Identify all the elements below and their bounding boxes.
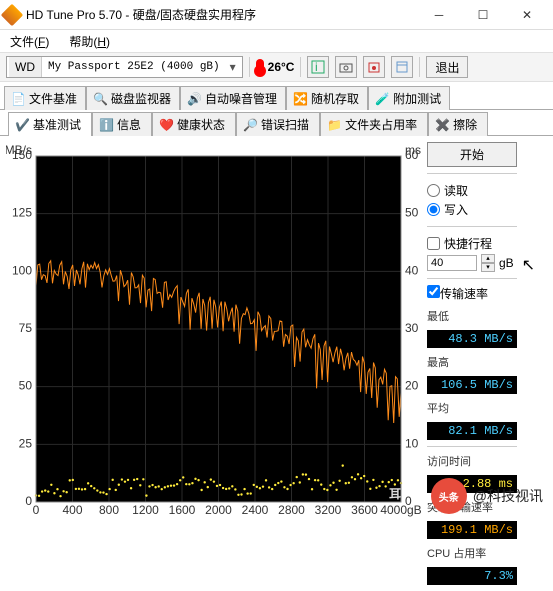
chevron-down-icon[interactable]: ▾: [226, 60, 240, 74]
thermometer-icon: [256, 59, 264, 75]
svg-text:75: 75: [19, 321, 33, 335]
drive-selector[interactable]: WD My Passport 25E2 (4000 gB) ▾: [6, 56, 243, 78]
svg-text:10: 10: [405, 436, 419, 450]
temperature-value: 26°C: [268, 60, 295, 74]
screenshot-button[interactable]: [335, 56, 357, 78]
benchmark-chart: MB/sms1506012550100407530502025100004008…: [6, 142, 421, 522]
app-icon: [1, 3, 24, 26]
tab-info[interactable]: ℹ️信息: [92, 112, 152, 136]
watermark-badge: 头条: [431, 478, 467, 514]
check-short-stroke[interactable]: 快捷行程: [427, 235, 547, 252]
svg-text:3200: 3200: [315, 503, 342, 517]
svg-text:1200: 1200: [132, 503, 159, 517]
menu-file[interactable]: 文件(F): [4, 31, 55, 52]
svg-text:50: 50: [405, 206, 419, 220]
short-stroke-unit: gB: [499, 256, 514, 270]
radio-read[interactable]: 读取: [427, 182, 547, 199]
start-button[interactable]: 开始: [427, 142, 517, 167]
short-stroke-input[interactable]: [427, 255, 477, 271]
side-panel: 开始 读取 写入 快捷行程 ▴▾ gB 传输速率 最低 48.3 MB/s 最高…: [427, 142, 547, 585]
snapshot-button[interactable]: [363, 56, 385, 78]
svg-text:40: 40: [405, 263, 419, 277]
value-burst: 199.1 MB/s: [427, 521, 517, 539]
watermark-text: @科技视讯: [473, 486, 543, 506]
svg-text:800: 800: [99, 503, 119, 517]
minimize-button[interactable]: ─: [417, 1, 461, 29]
tab-aam[interactable]: 🔊自动噪音管理: [180, 86, 286, 110]
drive-model: My Passport 25E2 (4000 gB): [42, 61, 226, 73]
info-icon: ℹ️: [99, 118, 113, 132]
erase-icon: ✖️: [435, 118, 449, 132]
label-min: 最低: [427, 308, 547, 324]
svg-text:4000gB: 4000gB: [380, 503, 421, 517]
tab-health[interactable]: ❤️健康状态: [152, 112, 236, 136]
tab-random-access[interactable]: 🔀随机存取: [286, 86, 368, 110]
label-access: 访问时间: [427, 453, 547, 469]
svg-text:耳: 耳: [389, 487, 401, 501]
doc-icon: 📄: [11, 92, 25, 106]
plus-icon: 🧪: [375, 92, 389, 106]
svg-text:30: 30: [405, 321, 419, 335]
menu-bar: 文件(F) 帮助(H): [0, 30, 553, 52]
check-transfer-rate[interactable]: 传输速率: [427, 285, 547, 302]
value-avg: 82.1 MB/s: [427, 422, 517, 440]
tab-row-2: ✔️基准测试 ℹ️信息 ❤️健康状态 🔎错误扫描 📁文件夹占用率 ✖️擦除: [0, 109, 553, 136]
heart-icon: ❤️: [159, 118, 173, 132]
label-cpu: CPU 占用率: [427, 545, 547, 561]
svg-text:60: 60: [405, 148, 419, 162]
label-avg: 平均: [427, 400, 547, 416]
svg-text:20: 20: [405, 379, 419, 393]
label-max: 最高: [427, 354, 547, 370]
mouse-cursor-icon: ↖: [522, 255, 535, 275]
folder-icon: 📁: [327, 118, 341, 132]
copy-info-button[interactable]: i: [307, 56, 329, 78]
settings-button[interactable]: [391, 56, 413, 78]
mode-radios: 读取 写入: [427, 180, 547, 220]
temperature-readout: 26°C: [256, 59, 295, 75]
spin-down[interactable]: ▾: [481, 263, 495, 272]
tab-extra-tests[interactable]: 🧪附加测试: [368, 86, 450, 110]
menu-help[interactable]: 帮助(H): [63, 31, 116, 52]
spin-up[interactable]: ▴: [481, 254, 495, 263]
svg-text:100: 100: [12, 263, 32, 277]
drive-vendor: WD: [9, 57, 42, 77]
check-icon: ✔️: [15, 118, 29, 132]
svg-text:3600: 3600: [351, 503, 378, 517]
value-max: 106.5 MB/s: [427, 376, 517, 394]
tab-disk-monitor[interactable]: 🔍磁盘监视器: [86, 86, 180, 110]
value-min: 48.3 MB/s: [427, 330, 517, 348]
svg-text:150: 150: [12, 148, 32, 162]
svg-text:2800: 2800: [278, 503, 305, 517]
random-icon: 🔀: [293, 92, 307, 106]
drive-icon: 🔍: [93, 92, 107, 106]
exit-button[interactable]: 退出: [426, 56, 468, 78]
svg-text:400: 400: [62, 503, 82, 517]
sound-icon: 🔊: [187, 92, 201, 106]
svg-text:1600: 1600: [169, 503, 196, 517]
svg-text:i: i: [315, 60, 318, 74]
main-panel: MB/sms1506012550100407530502025100004008…: [0, 135, 553, 591]
svg-text:125: 125: [12, 206, 32, 220]
tab-error-scan[interactable]: 🔎错误扫描: [236, 112, 320, 136]
tab-folder-usage[interactable]: 📁文件夹占用率: [320, 112, 428, 136]
tab-benchmark[interactable]: ✔️基准测试: [8, 112, 92, 136]
tab-erase[interactable]: ✖️擦除: [428, 112, 488, 136]
svg-text:0: 0: [25, 494, 32, 508]
svg-text:50: 50: [19, 379, 33, 393]
toolbar: WD My Passport 25E2 (4000 gB) ▾ 26°C i 退…: [0, 52, 553, 82]
maximize-button[interactable]: ☐: [461, 1, 505, 29]
title-bar: HD Tune Pro 5.70 - 硬盘/固态硬盘实用程序 ─ ☐ ✕: [0, 0, 553, 30]
window-title: HD Tune Pro 5.70 - 硬盘/固态硬盘实用程序: [26, 6, 417, 23]
tab-row-1: 📄文件基准 🔍磁盘监视器 🔊自动噪音管理 🔀随机存取 🧪附加测试: [0, 82, 553, 110]
svg-text:0: 0: [33, 503, 40, 517]
tab-file-benchmark[interactable]: 📄文件基准: [4, 86, 86, 110]
svg-text:25: 25: [19, 436, 33, 450]
value-cpu: 7.3%: [427, 567, 517, 585]
svg-text:2400: 2400: [242, 503, 269, 517]
watermark: 头条 @科技视讯: [431, 478, 543, 514]
close-button[interactable]: ✕: [505, 1, 549, 29]
radio-write[interactable]: 写入: [427, 201, 547, 218]
scan-icon: 🔎: [243, 118, 257, 132]
svg-text:2000: 2000: [205, 503, 232, 517]
